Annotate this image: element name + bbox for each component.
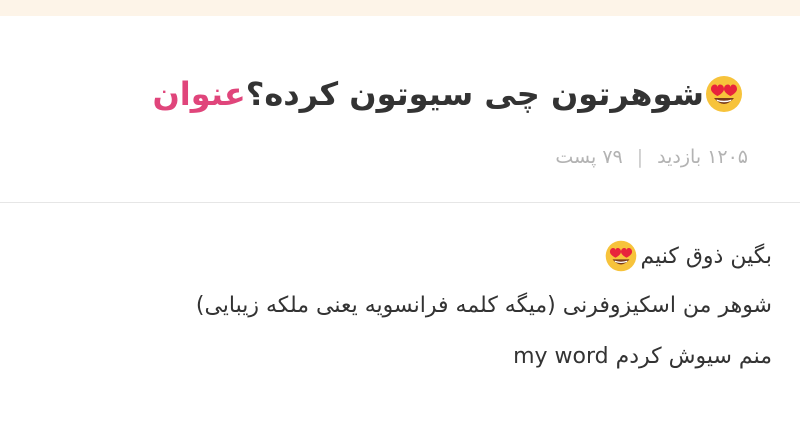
post-line: بگین ذوق کنیم — [604, 239, 772, 273]
post-header: عنوان شوهرتون چی سیوتون کرده؟ ۱۲۰۵ بازدی… — [0, 16, 800, 203]
post-line-text: شوهر من اسکیزوفرنی (میگه کلمه فرانسویه ی… — [195, 293, 772, 318]
post-body: بگین ذوق کنیم شوهر من اسکیزوفرنی (میگه ک… — [0, 203, 800, 444]
title-label: عنوان — [152, 75, 246, 113]
heart-eyes-emoji-icon — [704, 74, 744, 114]
post-line-text: منم سیوش کردم my word — [513, 344, 772, 369]
title-row: عنوان شوهرتون چی سیوتون کرده؟ — [118, 74, 748, 114]
post-title: شوهرتون چی سیوتون کرده؟ — [245, 75, 704, 113]
top-strip — [0, 0, 800, 16]
post-line-text: بگین ذوق کنیم — [640, 243, 772, 269]
post-count: ۷۹ پست — [555, 146, 623, 168]
post-line: شوهر من اسکیزوفرنی (میگه کلمه فرانسویه ی… — [196, 293, 772, 318]
meta-separator: | — [636, 146, 644, 168]
view-count: ۱۲۰۵ بازدید — [657, 146, 748, 168]
post-meta: ۱۲۰۵ بازدید | ۷۹ پست — [555, 146, 748, 168]
heart-eyes-emoji-icon — [604, 239, 638, 273]
post-line: منم سیوش کردم my word — [513, 344, 772, 369]
